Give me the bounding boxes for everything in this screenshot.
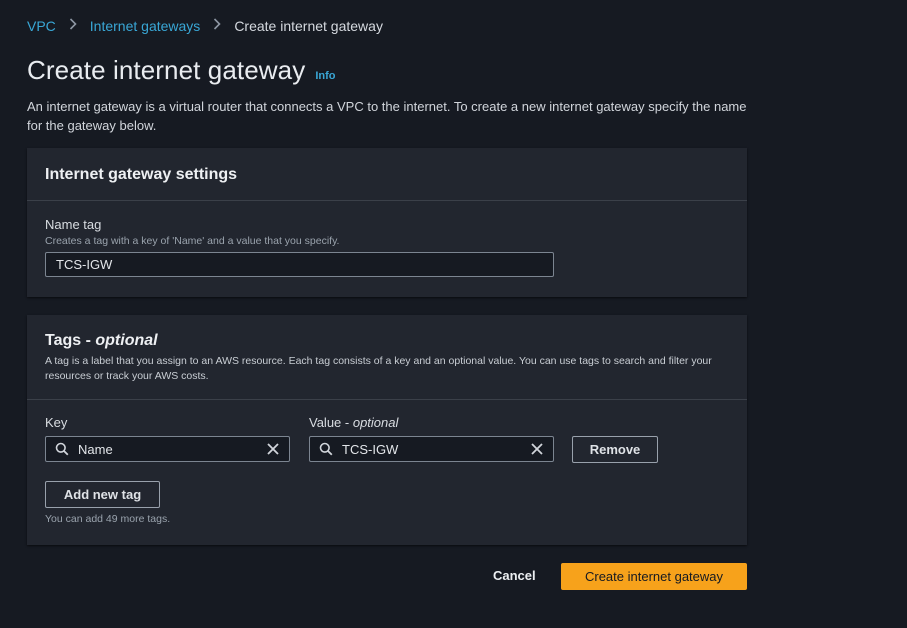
tags-panel-header: Tags - optional A tag is a label that yo… xyxy=(27,315,747,400)
settings-panel-heading: Internet gateway settings xyxy=(45,166,238,183)
tag-key-label: Key xyxy=(45,415,68,430)
clear-key-icon[interactable] xyxy=(257,443,289,455)
tag-value-label: Value - optional xyxy=(309,415,399,430)
breadcrumb: VPC Internet gateways Create internet ga… xyxy=(27,17,383,34)
clear-value-icon[interactable] xyxy=(521,443,553,455)
tag-key-value: Name xyxy=(78,441,113,457)
add-new-tag-button[interactable]: Add new tag xyxy=(45,481,160,508)
name-tag-label: Name tag xyxy=(45,217,102,232)
name-tag-hint: Creates a tag with a key of 'Name' and a… xyxy=(45,235,340,247)
breadcrumb-current: Create internet gateway xyxy=(234,17,383,34)
create-internet-gateway-button[interactable]: Create internet gateway xyxy=(561,563,747,590)
internet-gateway-settings-panel: Internet gateway settings Name tag Creat… xyxy=(27,148,747,297)
settings-panel-header: Internet gateway settings xyxy=(27,148,747,201)
name-tag-input[interactable]: TCS-IGW xyxy=(45,252,554,277)
tag-value-value: TCS-IGW xyxy=(342,441,399,457)
tag-value-input[interactable]: TCS-IGW xyxy=(309,436,554,462)
search-icon xyxy=(310,442,342,456)
search-icon xyxy=(46,442,78,456)
tags-remaining-hint: You can add 49 more tags. xyxy=(45,513,171,525)
tags-panel-heading: Tags - optional xyxy=(45,332,158,349)
breadcrumb-vpc-link[interactable]: VPC xyxy=(27,18,56,34)
remove-tag-button[interactable]: Remove xyxy=(572,436,658,463)
name-tag-value: TCS-IGW xyxy=(56,257,113,272)
page-header: Create internet gateway Info xyxy=(27,55,336,86)
info-link[interactable]: Info xyxy=(315,70,335,82)
page-title: Create internet gateway xyxy=(27,55,306,85)
breadcrumb-internet-gateways-link[interactable]: Internet gateways xyxy=(90,18,201,34)
cancel-button[interactable]: Cancel xyxy=(493,568,536,583)
tag-key-input[interactable]: Name xyxy=(45,436,290,462)
tags-panel: Tags - optional A tag is a label that yo… xyxy=(27,315,747,545)
tags-description: A tag is a label that you assign to an A… xyxy=(45,355,712,382)
chevron-right-icon xyxy=(69,17,77,34)
page-description: An internet gateway is a virtual router … xyxy=(27,99,747,133)
chevron-right-icon xyxy=(213,17,221,34)
